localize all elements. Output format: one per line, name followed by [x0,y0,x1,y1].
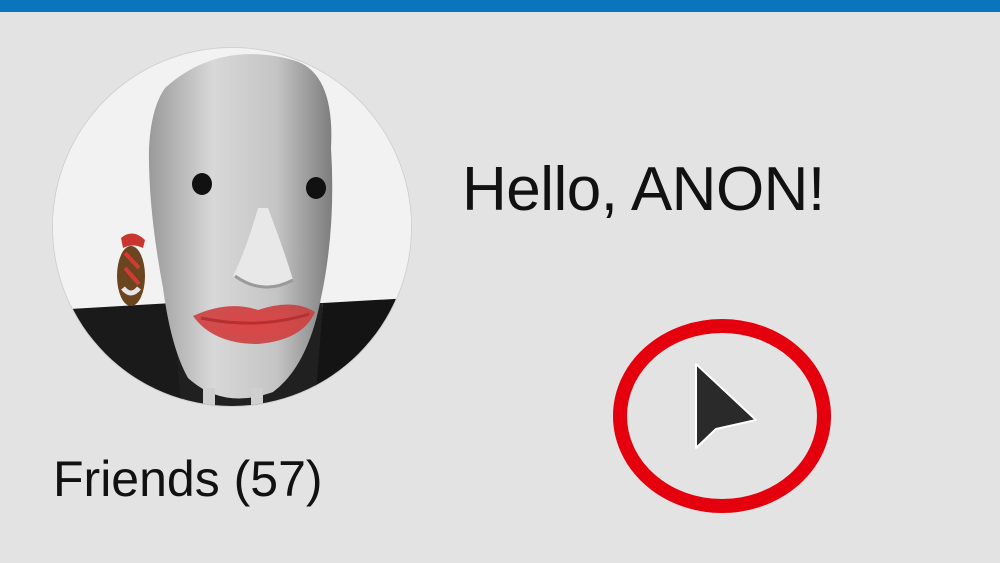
avatar-image [53,48,411,406]
top-header-bar [0,0,1000,12]
greeting-text: Hello, ANON! [462,155,825,224]
avatar[interactable] [53,48,411,406]
cursor-highlight-annotation [612,316,832,516]
mouse-pointer-icon [695,363,757,449]
friends-link[interactable]: Friends (57) [53,450,323,508]
